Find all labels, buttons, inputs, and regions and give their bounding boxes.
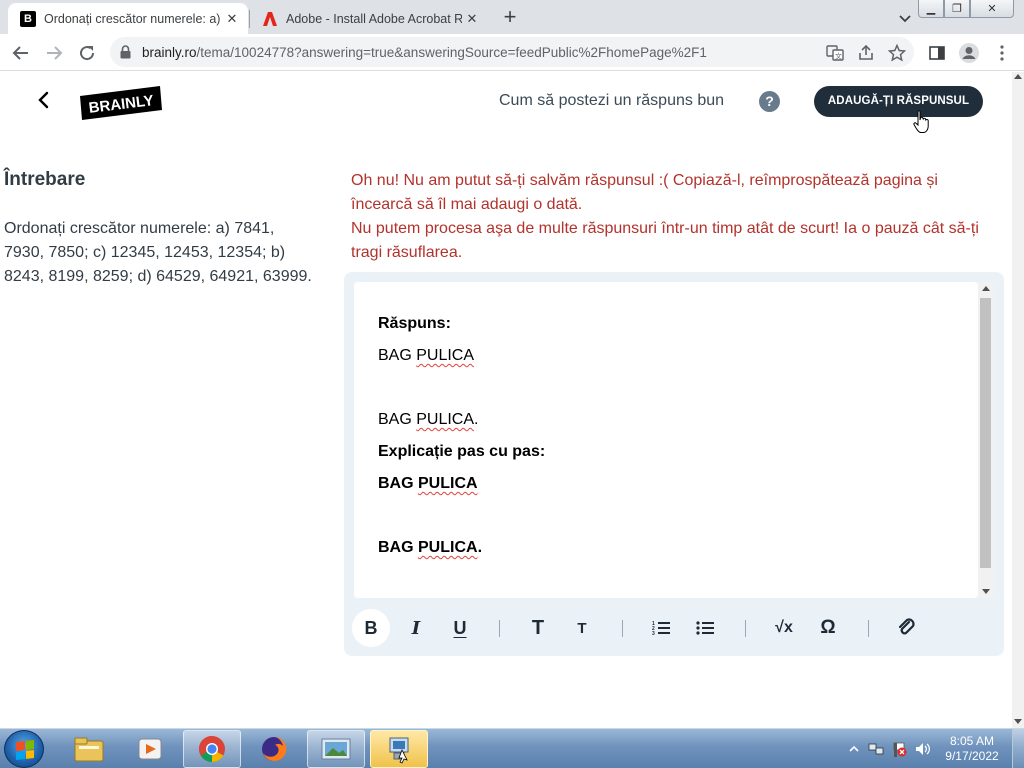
hand-cursor-icon xyxy=(913,110,931,134)
italic-button[interactable]: I xyxy=(397,609,435,647)
site-header: BRAINLY Cum să postezi un răspuns bun ? … xyxy=(0,72,1012,134)
editor-line: BAG PULICA. xyxy=(378,539,483,556)
address-bar[interactable]: brainly.ro/tema/10024778?answering=true&… xyxy=(110,37,914,67)
scroll-down-icon[interactable] xyxy=(982,589,990,594)
reload-icon[interactable] xyxy=(76,42,98,64)
tab-brainly[interactable]: B Ordonați crescător numerele: a) 7 ✕ xyxy=(8,3,248,34)
system-clock[interactable]: 8:05 AM 9/17/2022 xyxy=(940,734,1004,764)
volume-tray-icon[interactable] xyxy=(914,741,930,757)
action-center-alert-icon[interactable] xyxy=(891,741,907,757)
toolbar-separator xyxy=(745,620,746,637)
url-text: brainly.ro/tema/10024778?answering=true&… xyxy=(142,45,812,60)
explorer-taskbar-icon[interactable] xyxy=(60,730,118,768)
answer-heading: Răspuns: xyxy=(378,315,451,332)
editor-scrollbar[interactable] xyxy=(978,282,994,598)
side-panel-icon[interactable] xyxy=(926,42,948,64)
error-line-save: Oh nu! Nu am putut să-ți salvăm răspunsu… xyxy=(351,172,938,213)
back-chevron-icon[interactable] xyxy=(32,88,56,112)
tab-adobe[interactable]: Adobe - Install Adobe Acrobat Re ✕ xyxy=(250,3,488,34)
clock-time: 8:05 AM xyxy=(949,734,995,748)
symbol-omega-button[interactable]: Ω xyxy=(809,609,847,647)
ordered-list-icon[interactable]: 123 xyxy=(642,609,680,647)
tab-strip: B Ordonați crescător numerele: a) 7 ✕ Ad… xyxy=(0,0,1024,34)
brainly-favicon: B xyxy=(20,10,36,27)
clock-date: 9/17/2022 xyxy=(945,749,999,763)
math-sqrt-button[interactable]: √x xyxy=(765,609,803,647)
howto-link[interactable]: Cum să postezi un răspuns bun xyxy=(499,92,724,110)
heading-large-button[interactable]: T xyxy=(519,609,557,647)
close-tab-icon[interactable]: ✕ xyxy=(462,9,482,29)
translate-icon[interactable]: 文 xyxy=(824,42,846,64)
brainly-logo[interactable]: BRAINLY xyxy=(80,86,162,120)
adobe-favicon xyxy=(262,11,278,27)
error-line-rate-limit: Nu putem procesa aşa de multe răspunsuri… xyxy=(351,220,979,261)
chrome-taskbar-icon[interactable] xyxy=(183,730,241,768)
add-answer-button[interactable]: ADAUGĂ-ȚI RĂSPUNSUL xyxy=(814,86,983,117)
tab-title: Ordonați crescător numerele: a) 7 xyxy=(44,11,222,26)
attachment-icon[interactable] xyxy=(888,609,926,647)
editor-line: BAG PULICA xyxy=(378,347,475,364)
toolbar-separator xyxy=(622,620,623,637)
svg-text:3: 3 xyxy=(652,631,655,636)
network-tray-icon[interactable] xyxy=(868,741,884,757)
start-button[interactable] xyxy=(4,730,44,768)
url-path: /tema/10024778?answering=true&answeringS… xyxy=(196,44,707,60)
svg-text:文: 文 xyxy=(835,52,842,61)
firefox-taskbar-icon[interactable] xyxy=(245,730,303,768)
answer-editor-container: Răspuns: BAG PULICA BAG PULICA. Explicaț… xyxy=(344,272,1004,656)
scroll-up-icon[interactable] xyxy=(982,286,990,291)
help-icon[interactable]: ? xyxy=(759,91,780,112)
underline-button[interactable]: U xyxy=(441,609,479,647)
menu-kebab-icon[interactable] xyxy=(991,42,1013,64)
editor-empty-line xyxy=(378,372,954,404)
profile-avatar-icon[interactable] xyxy=(958,42,980,64)
media-player-taskbar-icon[interactable] xyxy=(121,730,179,768)
show-desktop-button[interactable] xyxy=(1012,729,1024,768)
bullet-list-icon[interactable] xyxy=(686,609,724,647)
photo-viewer-taskbar-icon[interactable] xyxy=(307,730,365,768)
new-tab-button[interactable]: + xyxy=(498,6,522,30)
browser-toolbar: brainly.ro/tema/10024778?answering=true&… xyxy=(0,34,1024,71)
bold-button[interactable]: B xyxy=(352,609,390,647)
scroll-down-icon[interactable] xyxy=(1014,719,1022,724)
editor-line: BAG PULICA xyxy=(378,475,478,492)
url-host: brainly.ro xyxy=(142,44,197,60)
page-scrollbar[interactable] xyxy=(1012,72,1024,728)
heading-small-button[interactable]: T xyxy=(563,609,601,647)
tab-title: Adobe - Install Adobe Acrobat Re xyxy=(286,11,462,26)
question-text: Ordonați crescător numerele: a) 7841, 79… xyxy=(4,220,312,285)
back-arrow-icon[interactable] xyxy=(10,42,32,64)
scroll-up-icon[interactable] xyxy=(1014,74,1022,79)
editor-empty-line xyxy=(378,500,954,532)
bookmark-star-icon[interactable] xyxy=(886,42,908,64)
error-message: Oh nu! Nu am putut să-ți salvăm răspunsu… xyxy=(351,169,999,265)
scroll-thumb[interactable] xyxy=(980,298,991,568)
windows-taskbar: 8:05 AM 9/17/2022 xyxy=(0,728,1024,768)
window-close-icon[interactable]: ✕ xyxy=(970,0,1014,18)
toolbar-separator xyxy=(868,620,869,637)
minimize-icon[interactable]: ▁ xyxy=(918,0,944,18)
restore-icon[interactable]: ❐ xyxy=(944,0,970,18)
windows-logo-icon xyxy=(16,740,34,760)
close-tab-icon[interactable]: ✕ xyxy=(222,9,242,29)
lock-icon[interactable] xyxy=(120,45,134,59)
window-controls: ▁ ❐ ✕ xyxy=(918,0,1014,18)
toolbar-separator xyxy=(499,620,500,637)
answer-editor[interactable]: Răspuns: BAG PULICA BAG PULICA. Explicaț… xyxy=(354,282,978,598)
page-content: BRAINLY Cum să postezi un răspuns bun ? … xyxy=(0,72,1012,728)
control-panel-taskbar-icon[interactable] xyxy=(370,730,428,768)
explanation-heading: Explicație pas cu pas: xyxy=(378,443,546,460)
question-label: Întrebare xyxy=(4,169,86,190)
editor-line: BAG PULICA. xyxy=(378,411,479,428)
format-toolbar: B I U T T 123 √x Ω xyxy=(344,606,1004,650)
tab-search-icon[interactable] xyxy=(895,8,915,28)
share-icon[interactable] xyxy=(855,42,877,64)
forward-arrow-icon[interactable] xyxy=(43,42,65,64)
show-hidden-icons-icon[interactable] xyxy=(846,741,862,757)
